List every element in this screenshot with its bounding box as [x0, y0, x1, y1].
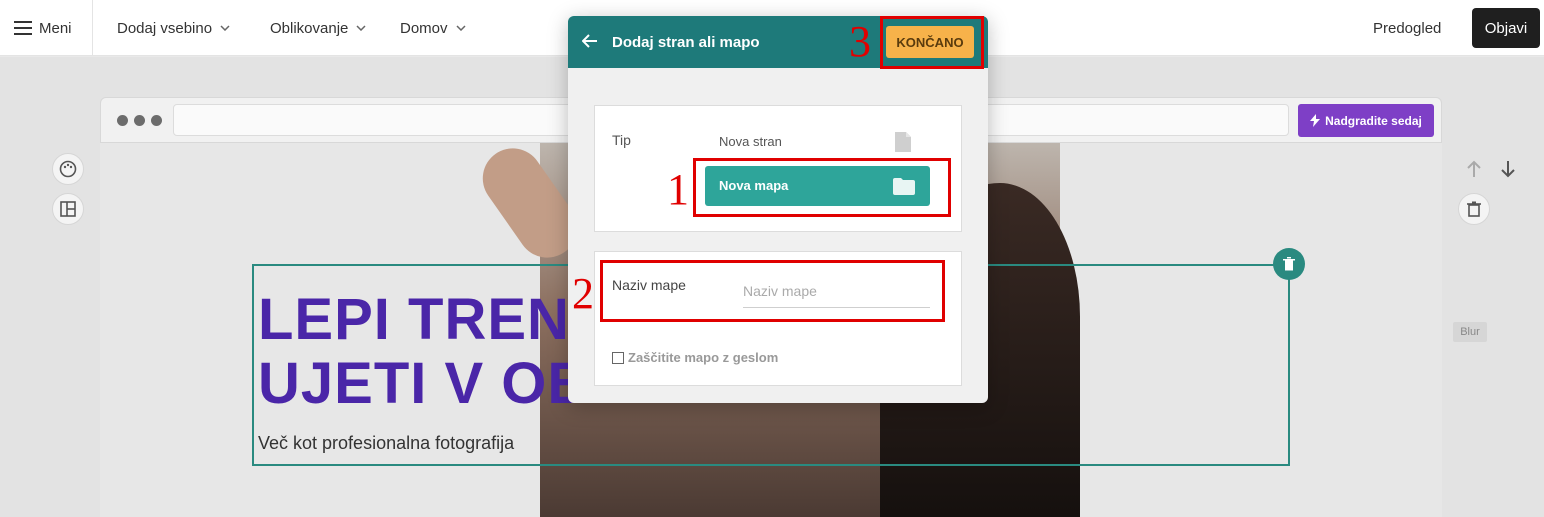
annotation-number-1: 1	[667, 165, 689, 214]
design-dropdown[interactable]: Oblikovanje	[270, 0, 366, 56]
delete-section-button[interactable]	[1458, 193, 1490, 225]
chevron-down-icon	[356, 25, 366, 31]
password-protect-label: Zaščitite mapo z geslom	[628, 350, 779, 365]
annotation-box-1	[693, 158, 951, 217]
password-protect-checkbox[interactable]	[612, 351, 624, 364]
chevron-down-icon	[455, 25, 466, 31]
move-down-button[interactable]	[1492, 153, 1524, 185]
add-content-label: Dodaj vsebino	[117, 19, 213, 37]
lightning-icon	[1310, 114, 1321, 127]
window-dots	[117, 115, 162, 126]
preview-label: Predogled	[1373, 19, 1442, 37]
chevron-down-icon	[220, 25, 230, 31]
trash-icon	[1467, 201, 1481, 217]
palette-icon	[59, 160, 77, 178]
hero-title-line-2: UJETI V OB	[258, 351, 591, 416]
design-label: Oblikovanje	[270, 19, 349, 37]
layout-icon	[60, 201, 76, 217]
preview-button[interactable]: Predogled	[1373, 0, 1441, 56]
option-new-page[interactable]: Nova stran	[719, 134, 782, 149]
add-content-dropdown[interactable]: Dodaj vsebino	[117, 0, 230, 56]
annotation-number-3: 3	[849, 17, 871, 66]
home-label: Domov	[400, 19, 448, 37]
type-label: Tip	[612, 132, 631, 148]
toolbar-divider	[92, 0, 93, 56]
layout-button[interactable]	[52, 193, 84, 225]
delete-block-button[interactable]	[1273, 248, 1305, 280]
trash-icon	[1283, 257, 1295, 271]
blur-tag[interactable]: Blur	[1453, 322, 1487, 342]
arrow-left-icon	[581, 34, 597, 48]
upgrade-button[interactable]: Nadgradite sedaj	[1298, 104, 1434, 137]
password-protect-row[interactable]: Zaščitite mapo z geslom	[612, 350, 778, 365]
arrow-up-icon	[1467, 160, 1481, 177]
annotation-number-2: 2	[572, 269, 594, 318]
publish-button[interactable]: Objavi	[1472, 8, 1540, 48]
annotation-box-3	[880, 16, 984, 69]
hero-title-line-1: LEPI TRENU	[258, 287, 613, 352]
palette-button[interactable]	[52, 153, 84, 185]
annotation-box-2	[600, 260, 945, 322]
dialog-title: Dodaj stran ali mapo	[612, 34, 760, 51]
page-icon	[895, 132, 911, 152]
move-up-button[interactable]	[1458, 153, 1490, 185]
arrow-down-icon	[1501, 161, 1515, 178]
hero-subtitle[interactable]: Več kot profesionalna fotografija	[258, 433, 514, 454]
menu-label: Meni	[39, 19, 72, 37]
hamburger-icon	[14, 21, 32, 35]
hero-title[interactable]: LEPI TRENU UJETI V OB	[258, 288, 613, 416]
upgrade-label: Nadgradite sedaj	[1325, 113, 1422, 128]
home-dropdown[interactable]: Domov	[400, 0, 466, 56]
back-button[interactable]	[581, 32, 598, 52]
menu-button[interactable]: Meni	[14, 0, 72, 56]
